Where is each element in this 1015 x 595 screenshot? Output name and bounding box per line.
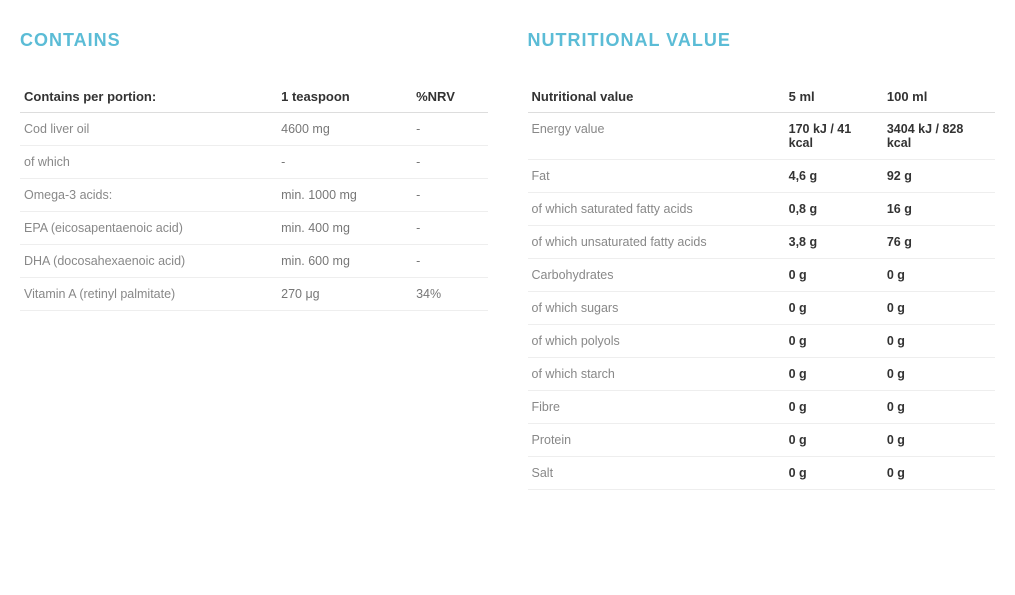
contains-cell-3-1: min. 400 mg (277, 212, 412, 245)
contains-cell-3-0: EPA (eicosapentaenoic acid) (20, 212, 277, 245)
nutritional-cell-4-2: 0 g (883, 259, 995, 292)
nutritional-cell-4-0: Carbohydrates (528, 259, 785, 292)
contains-cell-2-0: Omega-3 acids: (20, 179, 277, 212)
nutritional-cell-10-0: Salt (528, 457, 785, 490)
contains-cell-5-2: 34% (412, 278, 487, 311)
nutritional-cell-8-2: 0 g (883, 391, 995, 424)
contains-section: CONTAINS Contains per portion: 1 teaspoo… (20, 30, 488, 490)
contains-header-row: Contains per portion: 1 teaspoon %NRV (20, 81, 488, 113)
nutritional-cell-3-0: of which unsaturated fatty acids (528, 226, 785, 259)
nutritional-section: NUTRITIONAL VALUE Nutritional value 5 ml… (528, 30, 996, 490)
nutritional-cell-2-1: 0,8 g (785, 193, 883, 226)
table-row: of which saturated fatty acids0,8 g16 g (528, 193, 996, 226)
nutritional-cell-7-0: of which starch (528, 358, 785, 391)
table-row: of which sugars0 g0 g (528, 292, 996, 325)
nutritional-cell-3-2: 76 g (883, 226, 995, 259)
table-row: Protein0 g0 g (528, 424, 996, 457)
nutritional-cell-9-0: Protein (528, 424, 785, 457)
table-row: Salt0 g0 g (528, 457, 996, 490)
table-row: Vitamin A (retinyl palmitate)270 μg34% (20, 278, 488, 311)
contains-cell-4-1: min. 600 mg (277, 245, 412, 278)
table-row: EPA (eicosapentaenoic acid)min. 400 mg- (20, 212, 488, 245)
table-row: Fibre0 g0 g (528, 391, 996, 424)
table-row: Fat4,6 g92 g (528, 160, 996, 193)
nutritional-col-header-1: 5 ml (785, 81, 883, 113)
contains-cell-4-2: - (412, 245, 487, 278)
contains-cell-4-0: DHA (docosahexaenoic acid) (20, 245, 277, 278)
nutritional-cell-1-0: Fat (528, 160, 785, 193)
table-row: Energy value170 kJ / 41 kcal3404 kJ / 82… (528, 113, 996, 160)
nutritional-col-header-2: 100 ml (883, 81, 995, 113)
nutritional-cell-6-0: of which polyols (528, 325, 785, 358)
table-row: of which polyols0 g0 g (528, 325, 996, 358)
contains-cell-0-2: - (412, 113, 487, 146)
nutritional-cell-4-1: 0 g (785, 259, 883, 292)
contains-cell-5-0: Vitamin A (retinyl palmitate) (20, 278, 277, 311)
nutritional-cell-6-2: 0 g (883, 325, 995, 358)
contains-cell-1-2: - (412, 146, 487, 179)
nutritional-cell-9-1: 0 g (785, 424, 883, 457)
contains-cell-3-2: - (412, 212, 487, 245)
nutritional-cell-2-0: of which saturated fatty acids (528, 193, 785, 226)
contains-cell-1-1: - (277, 146, 412, 179)
nutritional-cell-0-1: 170 kJ / 41 kcal (785, 113, 883, 160)
nutritional-cell-3-1: 3,8 g (785, 226, 883, 259)
table-row: Cod liver oil4600 mg- (20, 113, 488, 146)
nutritional-cell-5-0: of which sugars (528, 292, 785, 325)
nutritional-cell-6-1: 0 g (785, 325, 883, 358)
nutritional-cell-5-1: 0 g (785, 292, 883, 325)
table-row: DHA (docosahexaenoic acid)min. 600 mg- (20, 245, 488, 278)
nutritional-table-wrapper: Nutritional value 5 ml 100 ml Energy val… (528, 81, 996, 490)
nutritional-cell-1-2: 92 g (883, 160, 995, 193)
nutritional-col-header-0: Nutritional value (528, 81, 785, 113)
contains-col-header-2: %NRV (412, 81, 487, 113)
contains-cell-2-1: min. 1000 mg (277, 179, 412, 212)
contains-col-header-0: Contains per portion: (20, 81, 277, 113)
table-row: of which-- (20, 146, 488, 179)
nutritional-cell-0-0: Energy value (528, 113, 785, 160)
nutritional-cell-8-1: 0 g (785, 391, 883, 424)
contains-cell-0-0: Cod liver oil (20, 113, 277, 146)
contains-table: Contains per portion: 1 teaspoon %NRV Co… (20, 81, 488, 311)
nutritional-cell-10-1: 0 g (785, 457, 883, 490)
table-row: Carbohydrates0 g0 g (528, 259, 996, 292)
nutritional-header-row: Nutritional value 5 ml 100 ml (528, 81, 996, 113)
nutritional-title: NUTRITIONAL VALUE (528, 30, 996, 51)
nutritional-cell-8-0: Fibre (528, 391, 785, 424)
nutritional-cell-7-2: 0 g (883, 358, 995, 391)
table-row: Omega-3 acids:min. 1000 mg- (20, 179, 488, 212)
nutritional-table: Nutritional value 5 ml 100 ml Energy val… (528, 81, 996, 490)
contains-col-header-1: 1 teaspoon (277, 81, 412, 113)
nutritional-cell-10-2: 0 g (883, 457, 995, 490)
contains-table-wrapper: Contains per portion: 1 teaspoon %NRV Co… (20, 81, 488, 311)
nutritional-cell-1-1: 4,6 g (785, 160, 883, 193)
nutritional-cell-2-2: 16 g (883, 193, 995, 226)
nutritional-cell-9-2: 0 g (883, 424, 995, 457)
nutritional-cell-7-1: 0 g (785, 358, 883, 391)
contains-cell-2-2: - (412, 179, 487, 212)
page-wrapper: CONTAINS Contains per portion: 1 teaspoo… (20, 30, 995, 490)
contains-cell-0-1: 4600 mg (277, 113, 412, 146)
table-row: of which starch0 g0 g (528, 358, 996, 391)
contains-cell-1-0: of which (20, 146, 277, 179)
table-row: of which unsaturated fatty acids3,8 g76 … (528, 226, 996, 259)
nutritional-cell-0-2: 3404 kJ / 828 kcal (883, 113, 995, 160)
contains-title: CONTAINS (20, 30, 488, 51)
nutritional-cell-5-2: 0 g (883, 292, 995, 325)
contains-cell-5-1: 270 μg (277, 278, 412, 311)
